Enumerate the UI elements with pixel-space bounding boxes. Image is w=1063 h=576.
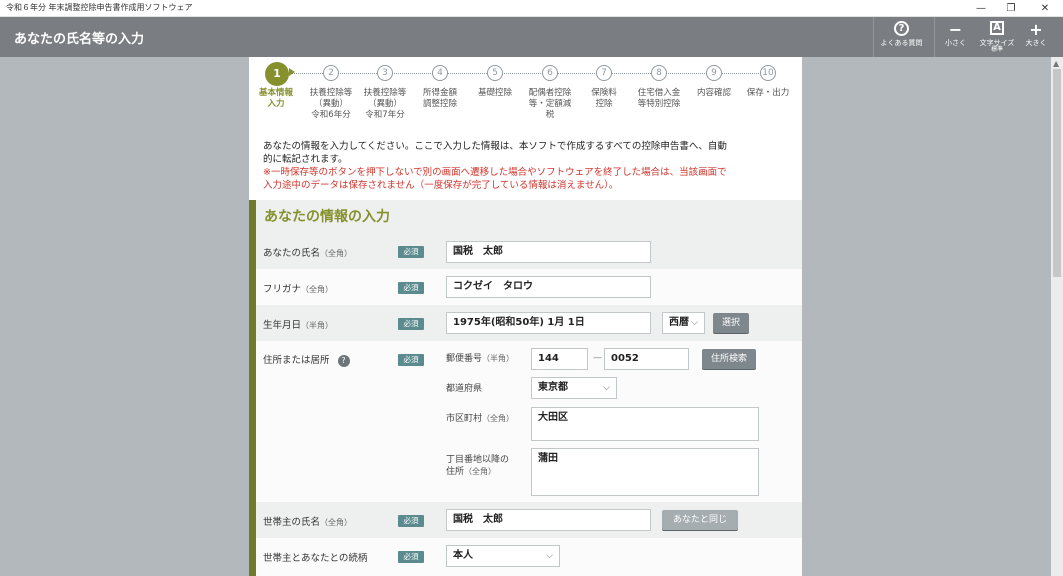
font-smaller-button[interactable]: − 小さく [934,17,976,57]
name-label: あなたの氏名（全角） [263,248,353,259]
birthdate-label: 生年月日（半角） [263,320,334,331]
page-title: あなたの氏名等の入力 [14,32,145,47]
prefecture-label: 都道府県 [446,384,483,394]
city-label: 市区町村（全角） [446,414,515,424]
minimize-button[interactable]: — [966,0,996,17]
minus-icon: − [948,20,963,39]
restore-button[interactable]: ❐ [996,0,1026,17]
name-input[interactable]: 国税 太郎 [446,241,651,263]
required-badge: 必須 [398,246,424,258]
scroll-thumb[interactable] [1053,69,1061,277]
step-10-circle[interactable]: 10 [760,65,776,81]
householder-input[interactable]: 国税 太郎 [446,509,651,531]
step-2-circle[interactable]: 2 [323,65,339,81]
address-row: 住所または居所? 必須 郵便番号（半角） 144 — 0052 住所検索 都道府… [256,341,802,502]
birthdate-input[interactable]: 1975年(昭和50年) 1月 1日 [446,312,651,334]
relation-select[interactable]: 本人 ⌵ [446,545,560,567]
vertical-scrollbar[interactable]: ▲ [1051,57,1063,576]
faq-label: よくある質問 [880,39,923,47]
chevron-down-icon: ⌵ [691,318,698,328]
required-badge: 必須 [398,282,424,294]
intro-warning: ※一時保存等のボタンを押下しないで別の画面へ遷移した場合やソフトウェアを終了した… [263,167,727,191]
calendar-era-select[interactable]: 西暦 ⌵ [662,312,705,334]
step-1-circle: 1 [265,62,289,86]
scroll-up-icon[interactable]: ▲ [1053,59,1059,68]
chevron-down-icon: ⌵ [546,551,553,561]
help-icon[interactable]: ? [337,354,350,367]
street-input[interactable]: 蒲田 [531,448,759,496]
font-size-indicator: A 文字サイズ 標準 [976,17,1018,57]
step-8-label[interactable]: 住宅借入金 等特別控除 [630,88,688,110]
step-6-circle[interactable]: 6 [542,65,558,81]
fontsize-state: 標準 [990,46,1003,53]
required-badge: 必須 [398,354,424,366]
householder-label: 世帯主の氏名（全角） [263,517,353,528]
postal-dash: — [593,353,602,363]
step-7-label[interactable]: 保険料 控除 [575,88,633,110]
required-badge: 必須 [398,551,424,563]
personal-info-section: あなたの情報の入力 あなたの氏名（全角） 必須 国税 太郎 フリガナ（全角） 必… [249,200,802,576]
prefecture-select[interactable]: 東京都 ⌵ [531,377,617,399]
smaller-label: 小さく [945,39,966,47]
kana-label: フリガナ（全角） [263,284,334,295]
app-header: あなたの氏名等の入力 ? よくある質問 − 小さく A 文字サイズ 標準 + 大… [0,17,1063,57]
chevron-down-icon: ⌵ [603,383,610,393]
stepper-arrow-icon [289,68,295,76]
householder-row: 世帯主の氏名（全角） 必須 国税 太郎 あなたと同じ [256,502,802,538]
step-3-circle[interactable]: 3 [377,65,393,81]
stepper-connector [286,73,767,74]
intro-text: あなたの情報を入力してください。ここで入力した情報は、本ソフトで作成するすべての… [263,140,733,192]
section-accent-bar [249,200,256,576]
larger-label: 大きく [1025,39,1047,47]
faq-button[interactable]: ? よくある質問 [873,17,929,57]
content-panel: 1 2 3 4 5 6 7 8 9 10 基本情報 入力 扶養控除等 （異動） … [249,57,802,576]
close-button[interactable]: ✕ [1030,0,1060,17]
step-6-label[interactable]: 配偶者控除 等・定額減 税 [521,88,579,121]
font-larger-button[interactable]: + 大きく [1018,17,1054,57]
plus-icon: + [1029,20,1043,39]
name-row: あなたの氏名（全角） 必須 国税 太郎 [256,234,802,269]
required-badge: 必須 [398,318,424,330]
select-date-button[interactable]: 選択 [713,313,749,333]
step-10-label[interactable]: 保存・出力 [739,88,797,99]
postal-label: 郵便番号（半角） [446,354,515,364]
step-9-label[interactable]: 内容確認 [685,88,743,99]
step-7-circle[interactable]: 7 [596,65,612,81]
street-label: 丁目番地以降の 住所（全角） [446,455,510,477]
step-5-label[interactable]: 基礎控除 [466,88,524,99]
address-label: 住所または居所? [263,352,350,367]
address-search-button[interactable]: 住所検索 [702,349,756,369]
postal-code-first-input[interactable]: 144 [531,348,588,370]
kana-input[interactable]: コクゼイ タロウ [446,276,651,298]
step-8-circle[interactable]: 8 [651,65,667,81]
intro-description: あなたの情報を入力してください。ここで入力した情報は、本ソフトで作成するすべての… [263,141,727,165]
step-2-label[interactable]: 扶養控除等 （異動） 令和6年分 [302,88,360,121]
step-3-label[interactable]: 扶養控除等 （異動） 令和7年分 [356,88,414,121]
birthdate-row: 生年月日（半角） 必須 1975年(昭和50年) 1月 1日 西暦 ⌵ 選択 [256,305,802,341]
step-5-circle[interactable]: 5 [487,65,503,81]
same-as-you-button[interactable]: あなたと同じ [662,510,738,530]
window-title-bar: 令和６年分 年末調整控除申告書作成用ソフトウェア — ❐ ✕ [0,0,1063,17]
step-9-circle[interactable]: 9 [706,65,722,81]
font-a-icon: A [990,21,1004,35]
kana-row: フリガナ（全角） 必須 コクゼイ タロウ [256,269,802,305]
postal-code-second-input[interactable]: 0052 [604,348,689,370]
step-4-circle[interactable]: 4 [432,65,448,81]
step-1-label: 基本情報 入力 [258,88,293,109]
city-input[interactable]: 大田区 [531,407,759,441]
required-badge: 必須 [398,515,424,527]
step-4-label[interactable]: 所得金額 調整控除 [411,88,469,110]
window-title: 令和６年分 年末調整控除申告書作成用ソフトウェア [6,3,193,12]
relation-label: 世帯主とあなたとの続柄 [263,553,368,564]
section-title: あなたの情報の入力 [264,209,390,225]
question-icon: ? [894,21,909,36]
relation-row: 世帯主とあなたとの続柄 必須 本人 ⌵ [256,538,802,576]
